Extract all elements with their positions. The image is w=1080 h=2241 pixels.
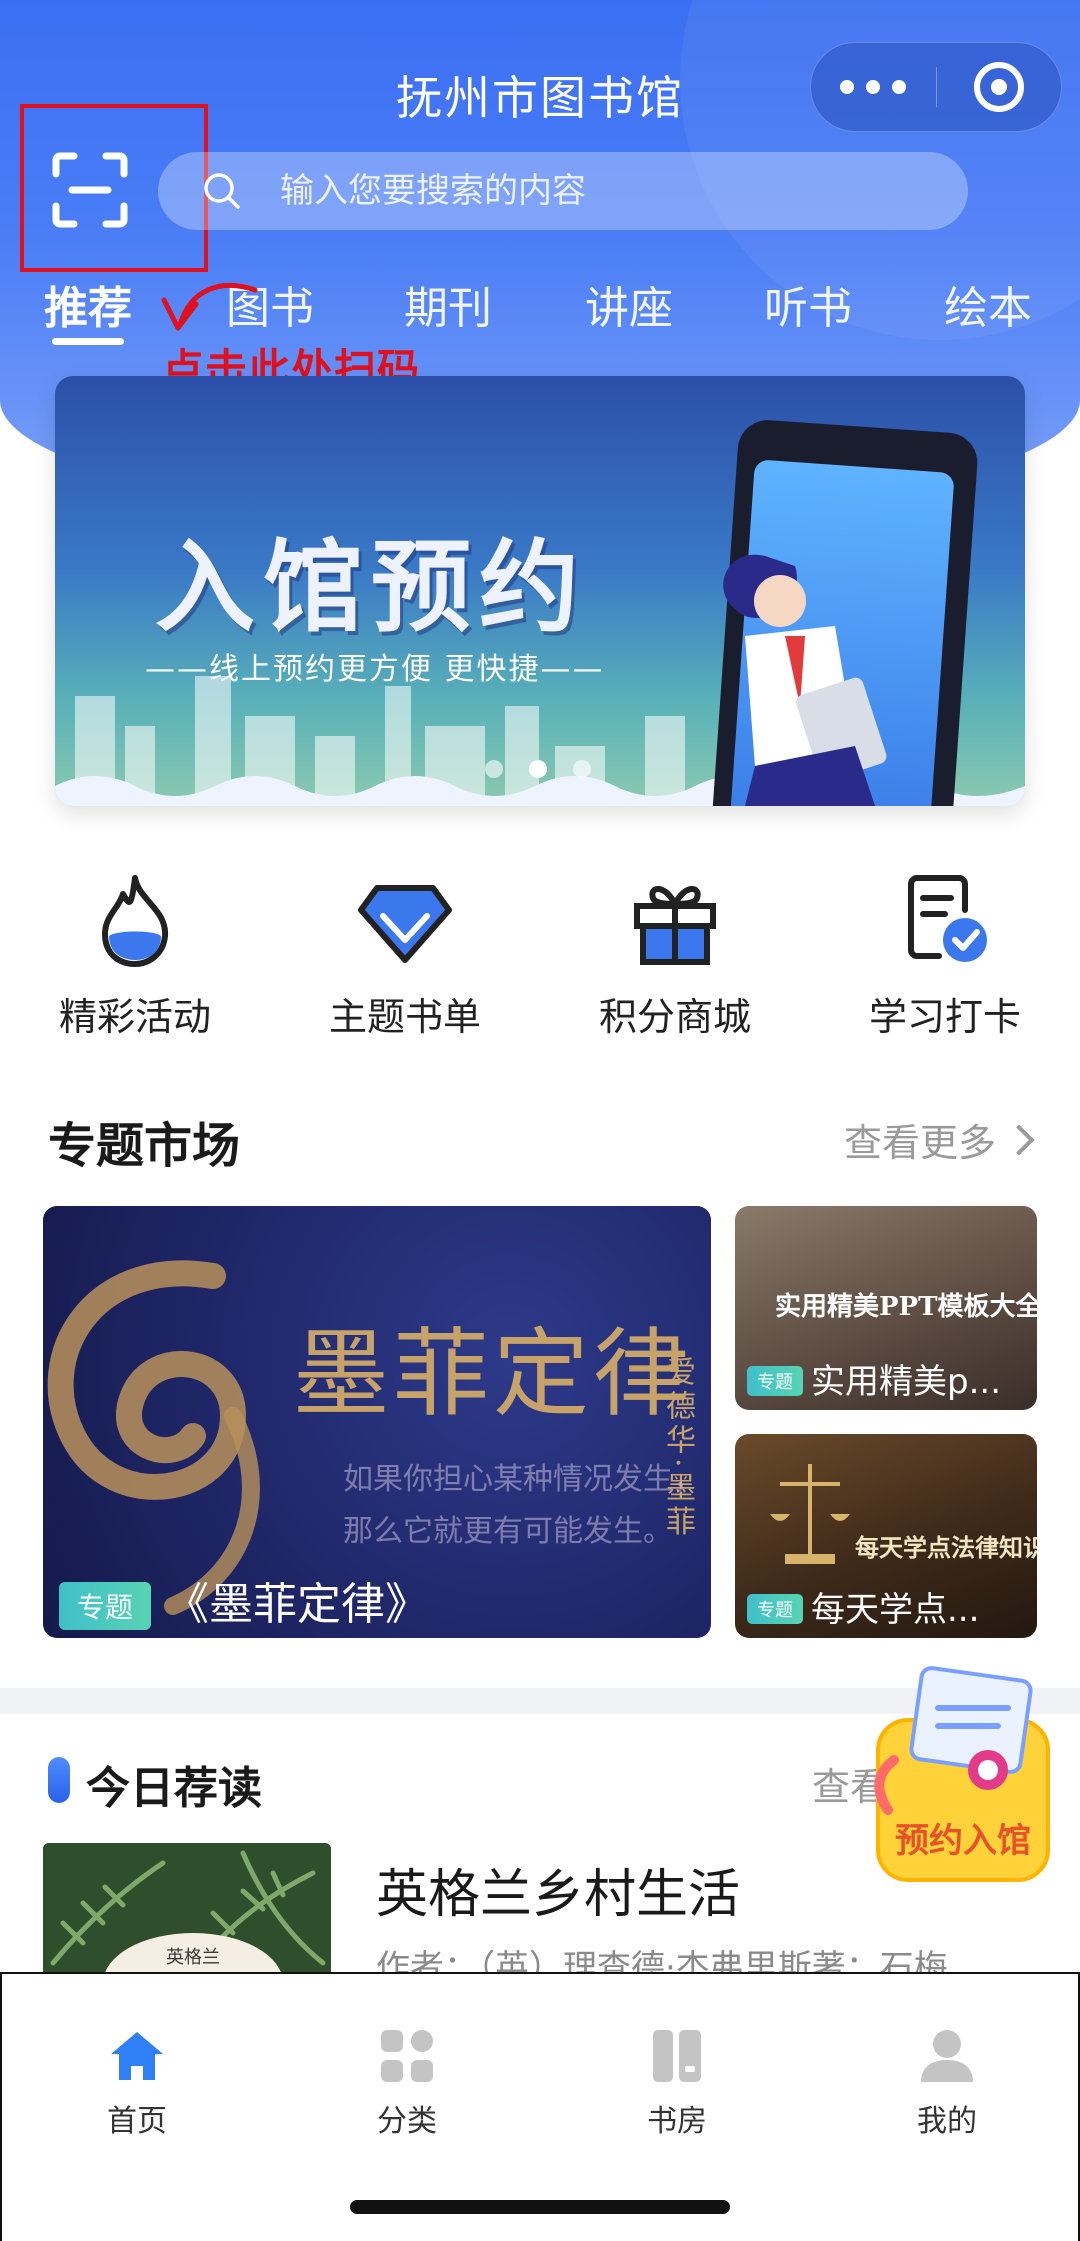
home-indicator <box>350 2200 730 2214</box>
float-badge-label: 预约入馆 <box>895 1821 1031 1861</box>
more-menu-button[interactable] <box>811 42 936 132</box>
banner-subtitle: ——线上预约更方便 更快捷—— <box>145 652 605 687</box>
more-dot-icon <box>892 80 907 94</box>
book-author: 作者：（英）理查德·杰弗里斯著；石梅 <box>376 1948 948 1974</box>
book-cover[interactable]: 英格兰 <box>43 1843 331 1973</box>
carousel-indicators <box>485 760 591 778</box>
tab-lectures[interactable]: 讲座 <box>585 272 673 336</box>
fern-illustration: 英格兰 <box>43 1843 331 1973</box>
search-icon <box>204 173 240 209</box>
more-dot-icon <box>866 80 881 94</box>
grid-icon <box>381 2030 433 2082</box>
woman-illustration <box>723 554 887 806</box>
tab-recommend[interactable]: 推荐 <box>44 272 132 336</box>
chevron-right-icon <box>1003 1123 1035 1156</box>
murphy-art-line1: 如果你担心某种情况发生， <box>343 1462 703 1497</box>
home-icon <box>111 2032 163 2080</box>
quick-entry-study-checkin[interactable]: 学习打卡 <box>810 870 1080 1041</box>
scales-illustration <box>770 1464 850 1564</box>
flame-icon <box>102 875 169 967</box>
quick-entry-label: 主题书单 <box>328 995 481 1039</box>
banner-title: 入馆预约 <box>155 529 587 646</box>
today-recommend-title: 今日荐读 <box>86 1763 262 1814</box>
topic-card-ppt[interactable]: 实用精美PPT模板大全 专题 实用精美p... <box>735 1206 1037 1410</box>
topic-card-name: 实用精美p... <box>811 1362 1002 1402</box>
tab-picture-books[interactable]: 绘本 <box>944 272 1032 336</box>
scan-icon[interactable] <box>50 150 130 230</box>
nav-category[interactable]: 分类 <box>272 2026 542 2140</box>
quick-entry-booklists[interactable]: 主题书单 <box>270 870 540 1041</box>
carousel-dot[interactable] <box>485 760 503 778</box>
user-icon <box>921 2030 973 2082</box>
topic-tag-badge: 专题 <box>59 1582 152 1630</box>
topic-tag-badge: 专题 <box>747 1594 803 1624</box>
topic-card-name: 每天学点... <box>811 1590 980 1630</box>
nav-label: 我的 <box>917 2104 977 2139</box>
topic-market-more-link[interactable]: 查看更多 <box>843 1112 1035 1167</box>
murphy-art-line2: 那么它就更有可能发生。 <box>343 1514 673 1549</box>
active-tab-indicator <box>52 338 124 345</box>
search-input[interactable] <box>280 171 930 211</box>
book-title[interactable]: 英格兰乡村生活 <box>376 1852 740 1927</box>
quick-entry-label: 精彩活动 <box>58 995 211 1039</box>
topic-card-name: 《墨菲定律》 <box>165 1579 429 1630</box>
more-link-label: 查看更多 <box>843 1121 996 1165</box>
reserve-entry-float-button[interactable]: 预约入馆 <box>858 1660 1058 1890</box>
target-icon <box>973 62 1024 112</box>
nav-label: 分类 <box>377 2104 437 2139</box>
topic-card-murphy[interactable]: 墨菲定律 爱德华·墨菲 如果你担心某种情况发生， 那么它就更有可能发生。 专题 … <box>43 1206 711 1638</box>
tab-journals[interactable]: 期刊 <box>404 272 492 336</box>
quick-entry-label: 积分商城 <box>598 995 751 1039</box>
murphy-art-title: 墨菲定律 <box>293 1318 693 1430</box>
nav-profile[interactable]: 我的 <box>812 2026 1080 2140</box>
banner-carousel[interactable]: 入馆预约 ——线上预约更方便 更快捷—— <box>55 376 1025 806</box>
nav-home[interactable]: 首页 <box>2 2026 272 2140</box>
topic-market-title: 专题市场 <box>48 1118 241 1174</box>
carousel-dot[interactable] <box>573 760 591 778</box>
topic-tag-badge: 专题 <box>747 1366 803 1396</box>
nav-label: 首页 <box>107 2104 167 2139</box>
quick-entry-activities[interactable]: 精彩活动 <box>0 870 270 1041</box>
close-miniprogram-button[interactable] <box>936 42 1061 132</box>
topic-card-law[interactable]: 每天学点法律知识 专题 每天学点... <box>735 1434 1037 1638</box>
book-cover-text: 英格兰 <box>166 1947 220 1968</box>
tab-audiobooks[interactable]: 听书 <box>764 272 852 336</box>
quick-entry-grid: 精彩活动 主题书单 积分商城 学习打卡 <box>0 870 1080 1040</box>
ppt-art-title: 实用精美PPT模板大全 <box>775 1292 1037 1322</box>
quick-entry-points-mall[interactable]: 积分商城 <box>540 870 810 1041</box>
nav-label: 书房 <box>647 2104 707 2139</box>
gift-icon <box>634 886 716 965</box>
carousel-dot-active[interactable] <box>529 760 547 778</box>
bookshelf-icon <box>653 2030 701 2082</box>
search-bar[interactable] <box>158 152 968 230</box>
quick-entry-label: 学习打卡 <box>868 995 1021 1039</box>
nav-bookshelf[interactable]: 书房 <box>542 2026 812 2140</box>
today-accent-bar <box>48 1757 70 1803</box>
more-dot-icon <box>840 80 855 94</box>
checklist-icon <box>908 875 987 962</box>
law-art-title: 每天学点法律知识 <box>855 1533 1037 1562</box>
diamond-icon <box>358 885 452 963</box>
miniprogram-capsule <box>810 42 1062 132</box>
